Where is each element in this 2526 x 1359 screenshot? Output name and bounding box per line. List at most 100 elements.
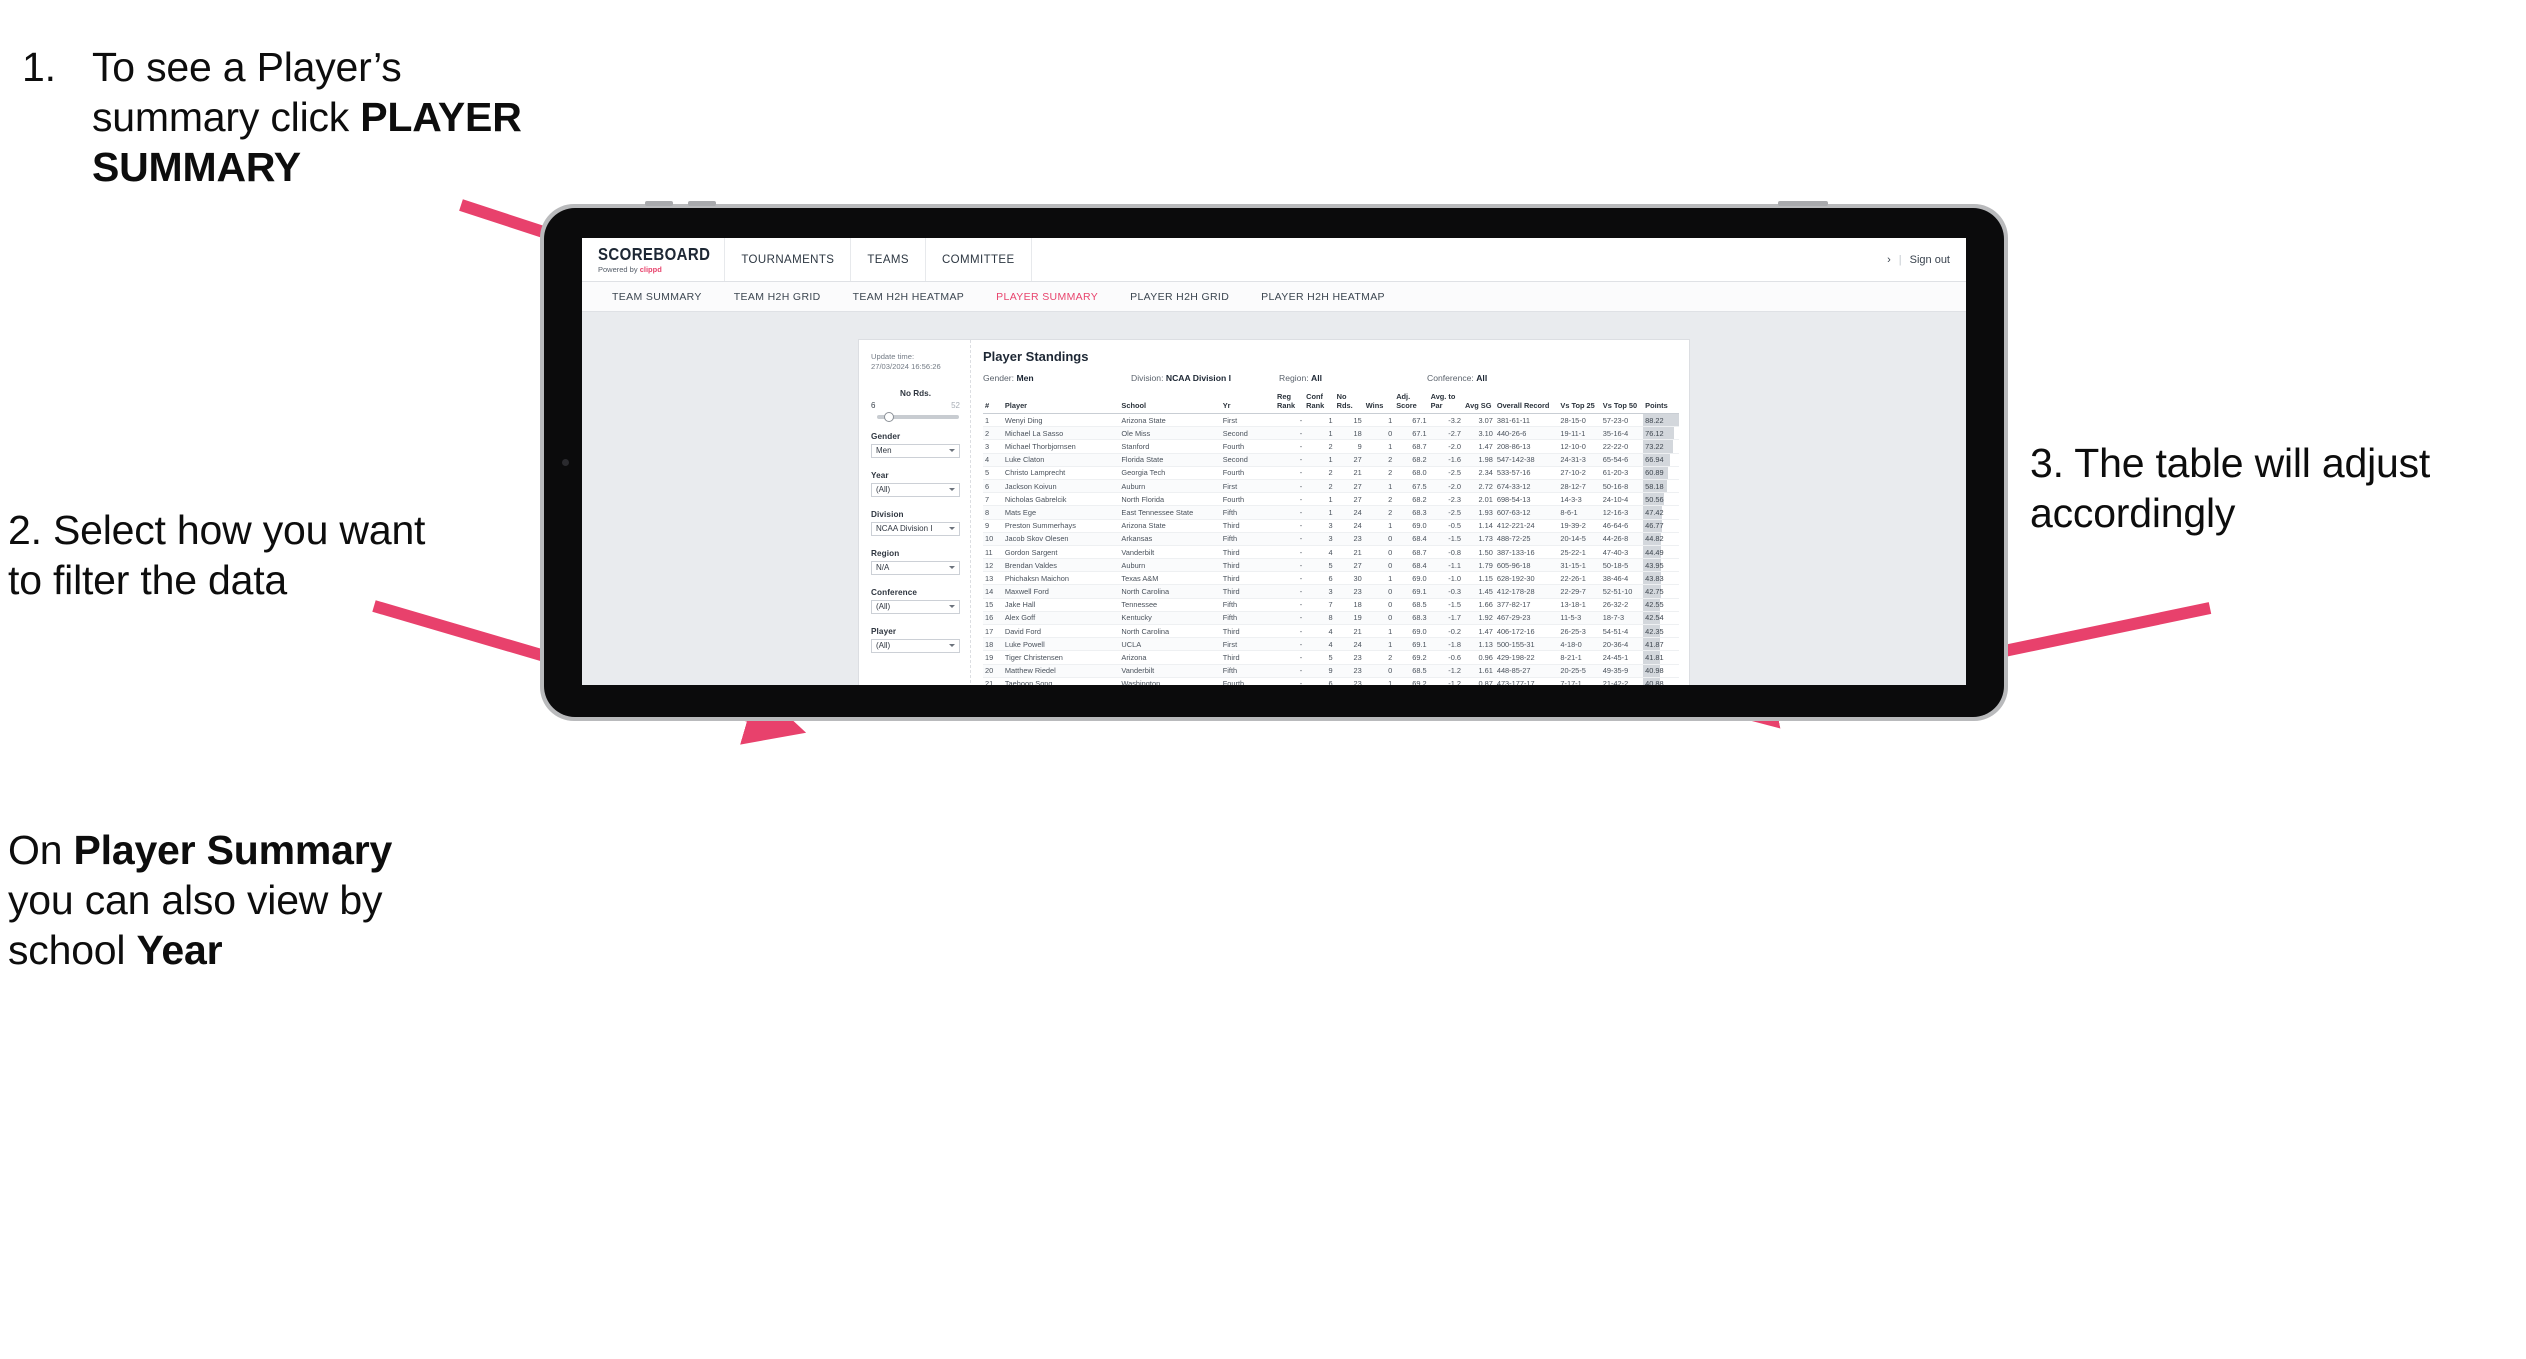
tab-team-summary[interactable]: TEAM SUMMARY xyxy=(596,282,718,311)
user-account-icon[interactable]: › xyxy=(1887,254,1891,266)
cell-overall_record: 547-142-38 xyxy=(1494,453,1559,467)
col-player[interactable]: Player xyxy=(1002,393,1120,415)
filter-region-select[interactable]: N/A xyxy=(871,560,960,575)
cell-wins: 0 xyxy=(1363,558,1395,573)
sign-out-link[interactable]: Sign out xyxy=(1910,254,1950,266)
cell-school: Auburn xyxy=(1119,479,1221,494)
cell-avg_sg: 1.73 xyxy=(1463,532,1495,546)
cell-points: 42.55 xyxy=(1643,598,1679,612)
cell-avg_sg: 1.66 xyxy=(1463,598,1495,612)
table-row[interactable]: 5 Christo Lamprecht Georgia Tech Fourth -2 21… xyxy=(983,466,1679,480)
table-row[interactable]: 21 Taehoon Song Washington Fourth -6 23 1 69.2-… xyxy=(983,677,1679,685)
filter-gender-select[interactable]: Men xyxy=(871,443,960,458)
col-reg-rank[interactable]: Reg Rank xyxy=(1275,392,1305,415)
cell-adj_score: 68.4 xyxy=(1394,558,1429,573)
cell-no_rds: 15 xyxy=(1334,413,1364,428)
cell-reg_rank: - xyxy=(1275,611,1305,626)
table-row[interactable]: 10 Jacob Skov Olesen Arkansas Fifth -3 23 0 68.… xyxy=(983,532,1679,546)
cell-adj_score: 68.5 xyxy=(1394,598,1429,612)
nav-teams[interactable]: TEAMS xyxy=(851,238,926,281)
col-no-rds[interactable]: No Rds. xyxy=(1334,392,1364,415)
cell-avg_sg: 1.79 xyxy=(1463,558,1495,573)
cell-avg_sg: 2.01 xyxy=(1463,492,1495,507)
cell-overall_record: 448-85-27 xyxy=(1494,664,1559,678)
cell-player: Michael La Sasso xyxy=(1002,426,1120,441)
table-row[interactable]: 6 Jackson Koivun Auburn First -2 27 1 67.5 -2.0 2… xyxy=(983,479,1679,494)
no-rounds-max: 52 xyxy=(951,400,960,410)
tab-team-h2h-heatmap[interactable]: TEAM H2H HEATMAP xyxy=(837,282,981,311)
cell-conf_rank: 6 xyxy=(1304,571,1335,586)
col-rank[interactable]: # xyxy=(983,393,1003,415)
cell-vs_top25: 27-10-2 xyxy=(1558,466,1601,480)
col-vs-top50[interactable]: Vs Top 50 xyxy=(1600,393,1644,415)
cell-reg_rank: - xyxy=(1275,519,1305,533)
cell-vs_top25: 25-22-1 xyxy=(1558,545,1601,560)
table-row[interactable]: 14 Maxwell Ford North Carolina Third -3 23 0 69… xyxy=(983,584,1679,599)
table-row[interactable]: 16 Alex Goff Kentucky Fifth -8 19 0 68.3 -1.7 1.9… xyxy=(983,611,1679,626)
table-row[interactable]: 1 Wenyi Ding Arizona State First -1 15 1 67.1 -3… xyxy=(983,413,1679,428)
cell-player: Preston Summerhays xyxy=(1002,519,1120,533)
cell-reg_rank: - xyxy=(1275,479,1305,494)
table-row[interactable]: 18 Luke Powell UCLA First -4 24 1 69.1 -1.8 1.13 5… xyxy=(983,637,1679,652)
filter-gender-label: Gender xyxy=(871,431,901,441)
filter-conference-select[interactable]: (All) xyxy=(871,599,960,614)
points-value: 44.49 xyxy=(1645,547,1664,557)
filter-year-select[interactable]: (All) xyxy=(871,482,960,497)
cell-points: 42.35 xyxy=(1643,624,1679,639)
cell-overall_record: 440-26-6 xyxy=(1494,426,1559,441)
col-overall-record[interactable]: Overall Record xyxy=(1494,393,1559,415)
col-points[interactable]: Points xyxy=(1643,393,1679,415)
brand-logo[interactable]: SCOREBOARD Powered by clippd xyxy=(582,238,726,281)
col-school[interactable]: School xyxy=(1119,393,1221,415)
cell-avg_sg: 2.34 xyxy=(1463,466,1495,480)
filter-player-select[interactable]: (All) xyxy=(871,638,960,653)
cell-points: 58.18 xyxy=(1643,479,1679,494)
table-row[interactable]: 12 Brendan Valdes Auburn Third -5 27 0 68.4 -1.1… xyxy=(983,558,1679,573)
col-vs-top25[interactable]: Vs Top 25 xyxy=(1558,393,1601,415)
cell-wins: 2 xyxy=(1363,505,1395,520)
cell-conf_rank: 4 xyxy=(1304,637,1335,652)
col-conf-rank[interactable]: Conf Rank xyxy=(1304,392,1335,415)
col-adj-score[interactable]: Adj. Score xyxy=(1394,392,1429,415)
cell-wins: 2 xyxy=(1363,453,1395,467)
table-row[interactable]: 8 Mats Ege East Tennessee State Fifth -1 24 2 6… xyxy=(983,505,1679,520)
table-row[interactable]: 19 Tiger Christensen Arizona Third -5 23 2 69.2… xyxy=(983,650,1679,665)
cell-conf_rank: 4 xyxy=(1304,545,1335,560)
cell-vs_top25: 19-39-2 xyxy=(1558,519,1601,533)
table-row[interactable]: 3 Michael Thorbjornsen Stanford Fourth -2 9 1 6… xyxy=(983,439,1679,454)
filter-division-select[interactable]: NCAA Division I xyxy=(871,521,960,536)
table-row[interactable]: 20 Matthew Riedel Vanderbilt Fifth -9 23 0 68.5… xyxy=(983,664,1679,678)
tab-team-h2h-grid[interactable]: TEAM H2H GRID xyxy=(718,282,837,311)
cell-yr: Third xyxy=(1220,650,1276,665)
table-row[interactable]: 11 Gordon Sargent Vanderbilt Third -4 21 0 68.7… xyxy=(983,545,1679,560)
col-wins[interactable]: Wins xyxy=(1363,393,1395,415)
col-yr[interactable]: Yr xyxy=(1220,393,1276,415)
no-rounds-slider-thumb[interactable] xyxy=(883,411,894,422)
tab-player-h2h-heatmap[interactable]: PLAYER H2H HEATMAP xyxy=(1245,282,1401,311)
table-row[interactable]: 7 Nicholas Gabrelcik North Florida Fourth -1… xyxy=(983,492,1679,507)
nav-tournaments[interactable]: TOURNAMENTS xyxy=(725,238,852,281)
col-avg-sg[interactable]: Avg SG xyxy=(1463,393,1495,415)
no-rounds-slider-track[interactable] xyxy=(877,411,959,422)
table-row[interactable]: 13 Phichaksn Maichon Texas A&M Third -6 30 1 69… xyxy=(983,571,1679,586)
callout-step-2b: On Player Summary you can also view by s… xyxy=(8,825,428,975)
cell-school: Arizona xyxy=(1119,650,1221,665)
nav-committee[interactable]: COMMITTEE xyxy=(926,238,1032,281)
table-row[interactable]: 2 Michael La Sasso Ole Miss Second -1 18 0 67.1… xyxy=(983,426,1679,441)
brand-tagline: Powered by clippd xyxy=(598,266,710,274)
tab-player-h2h-grid[interactable]: PLAYER H2H GRID xyxy=(1114,282,1245,311)
table-row[interactable]: 9 Preston Summerhays Arizona State Third -3 2… xyxy=(983,519,1679,533)
table-row[interactable]: 4 Luke Claton Florida State Second -1 27 2 68.2… xyxy=(983,453,1679,467)
points-value: 73.22 xyxy=(1645,442,1664,451)
cell-avg_to_par: -1.2 xyxy=(1428,664,1464,678)
filter-division: Division NCAA Division I xyxy=(871,510,960,536)
cell-adj_score: 68.7 xyxy=(1394,439,1429,454)
cell-rank: 21 xyxy=(983,677,1003,685)
table-row[interactable]: 17 David Ford North Carolina Third -4 21 1 69.0… xyxy=(983,624,1679,639)
col-avg-to-par[interactable]: Avg. to Par xyxy=(1428,392,1464,415)
cell-wins: 1 xyxy=(1363,637,1395,652)
tab-player-summary[interactable]: PLAYER SUMMARY xyxy=(980,282,1114,311)
meta-gender: Gender: Men xyxy=(983,373,1131,383)
cell-avg_sg: 1.92 xyxy=(1463,611,1495,626)
table-row[interactable]: 15 Jake Hall Tennessee Fifth -7 18 0 68.5 -1.5 1.… xyxy=(983,598,1679,612)
